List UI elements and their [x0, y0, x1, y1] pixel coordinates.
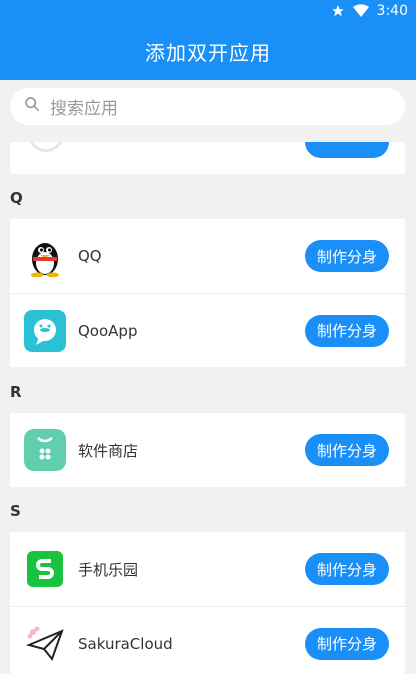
section-card-q: QQ 制作分身 QooApp 制作分身	[10, 219, 405, 367]
list-item[interactable]: 软件商店 制作分身	[10, 413, 405, 487]
section-header-q: Q	[10, 189, 23, 207]
section-card-s: 手机乐园 制作分身 SakuraCloud 制作分身	[10, 532, 405, 674]
section-header-r: R	[10, 383, 22, 401]
app-name: SakuraCloud	[78, 634, 173, 653]
search-placeholder: 搜索应用	[50, 99, 118, 119]
app-name: QQ	[78, 247, 102, 265]
qq-penguin-icon	[24, 235, 66, 277]
list-item[interactable]: QooApp 制作分身	[10, 293, 405, 367]
qooapp-icon	[24, 310, 66, 352]
app-name: 手机乐园	[78, 560, 139, 579]
section-card-r: 软件商店 制作分身	[10, 413, 405, 487]
search-container: 搜索应用	[0, 80, 416, 142]
list-item[interactable]: 手机乐园 制作分身	[10, 532, 405, 606]
section-header-s: S	[10, 502, 21, 520]
status-bar: 3:40	[0, 0, 416, 22]
s-logo-icon	[24, 548, 66, 590]
make-clone-button[interactable]: 制作分身	[305, 240, 389, 272]
app-store-icon	[24, 429, 66, 471]
list-item	[10, 142, 405, 174]
make-clone-button[interactable]: 制作分身	[305, 314, 389, 347]
make-clone-button[interactable]	[305, 142, 389, 158]
app-name: 软件商店	[78, 441, 139, 460]
status-time: 3:40	[376, 3, 408, 19]
paper-plane-icon	[24, 623, 66, 665]
wifi-icon	[352, 4, 369, 18]
search-input[interactable]: 搜索应用	[10, 88, 405, 125]
page-title: 添加双开应用	[0, 22, 416, 80]
app-name: QooApp	[78, 321, 138, 340]
list-item[interactable]: SakuraCloud 制作分身	[10, 606, 405, 674]
app-icon	[28, 142, 64, 152]
app-list[interactable]: Q QQ 制作分身 QooApp 制作分身 R 软件商店 制作分身 S 手机乐园…	[0, 142, 416, 674]
search-icon	[24, 96, 40, 117]
star-icon	[331, 4, 345, 18]
make-clone-button[interactable]: 制作分身	[305, 627, 389, 660]
list-item[interactable]: QQ 制作分身	[10, 219, 405, 293]
page-title-text: 添加双开应用	[145, 40, 271, 65]
make-clone-button[interactable]: 制作分身	[305, 434, 389, 466]
make-clone-button[interactable]: 制作分身	[305, 553, 389, 585]
